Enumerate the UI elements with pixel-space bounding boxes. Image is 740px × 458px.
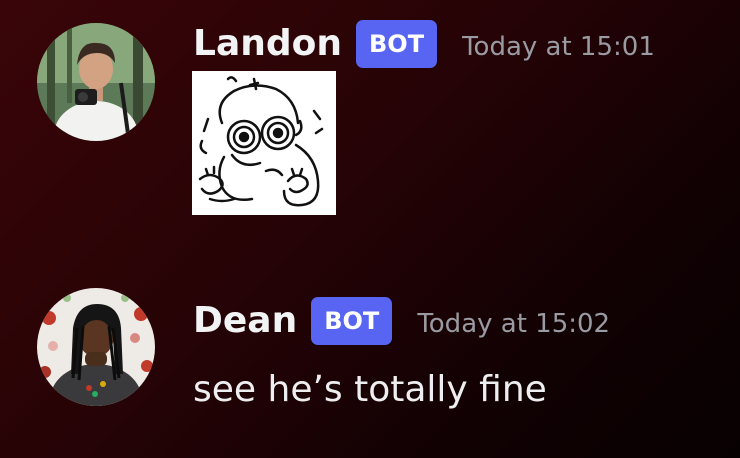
user-avatar-dean[interactable] xyxy=(37,288,155,406)
bot-badge: BOT xyxy=(356,20,438,68)
message-header: Dean BOT Today at 15:02 xyxy=(193,294,610,348)
message-content: see he’s totally fine xyxy=(193,369,547,410)
bot-badge: BOT xyxy=(311,297,393,345)
timestamp[interactable]: Today at 15:01 xyxy=(462,17,655,71)
doodle-sticker-icon xyxy=(198,76,324,207)
chat-message-dean: Dean BOT Today at 15:02 see he’s totally… xyxy=(0,270,740,458)
message-header: Landon BOT Today at 15:01 xyxy=(193,17,655,71)
user-avatar-landon[interactable] xyxy=(37,23,155,141)
username[interactable]: Dean xyxy=(193,297,297,345)
image-attachment[interactable] xyxy=(192,71,336,215)
avatar-image xyxy=(37,23,155,141)
username[interactable]: Landon xyxy=(193,20,342,68)
timestamp[interactable]: Today at 15:02 xyxy=(417,294,610,348)
avatar-image xyxy=(37,288,155,406)
chat-message-landon: Landon BOT Today at 15:01 xyxy=(0,0,740,240)
